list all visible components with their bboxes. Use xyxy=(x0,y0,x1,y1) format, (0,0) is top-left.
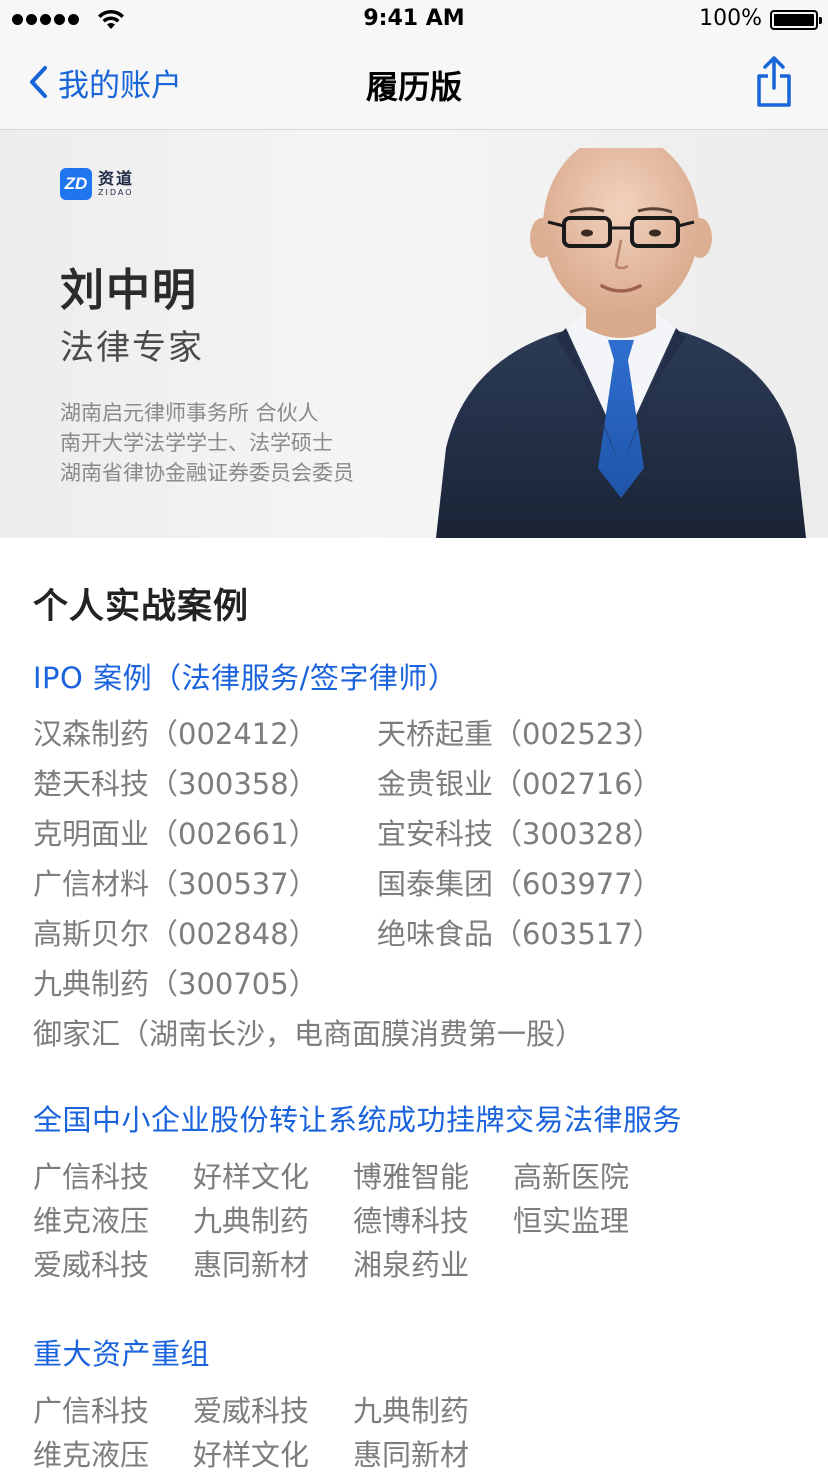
case-item: 爱威科技 xyxy=(33,1248,150,1282)
credential-line: 南开大学法学学士、法学硕士 xyxy=(60,431,333,455)
battery-icon xyxy=(770,10,822,30)
list-item: 楚天科技（300358） 金贵银业（002716） xyxy=(33,757,813,807)
case-item: 德博科技 xyxy=(353,1204,470,1238)
ipo-heading: IPO 案例（法律服务/签字律师） xyxy=(33,661,458,695)
case-item: 好样文化 xyxy=(193,1160,310,1194)
profile-banner: ZD 资道 ZIDAO 刘中明 法律专家 湖南启元律师事务所 合伙人 南开大学法… xyxy=(0,130,828,538)
case-item: 九典制药（300705） xyxy=(33,967,318,1001)
case-item: 天桥起重（002523） xyxy=(377,717,662,751)
case-item: 国泰集团（603977） xyxy=(377,867,662,901)
case-item: 金贵银业（002716） xyxy=(377,767,662,801)
brand-name: 资道 xyxy=(98,169,135,188)
cases-content: 个人实战案例 IPO 案例（法律服务/签字律师） 汉森制药（002412） 天桥… xyxy=(33,538,813,1475)
list-item: 爱威科技 惠同新材 湘泉药业 xyxy=(33,1241,813,1285)
battery-percent: 100% xyxy=(699,6,762,31)
case-item: 维克液压 xyxy=(33,1204,150,1238)
case-item: 绝味食品（603517） xyxy=(377,917,662,951)
status-bar: 9:41 AM 100% xyxy=(0,0,828,40)
expert-name: 刘中明 xyxy=(60,265,198,316)
restructuring-heading: 重大资产重组 xyxy=(33,1337,211,1371)
case-item: 克明面业（002661） xyxy=(33,817,318,851)
page-title: 履历版 xyxy=(365,68,462,106)
case-item: 广信材料（300537） xyxy=(33,867,318,901)
brand-name-en: ZIDAO xyxy=(98,188,134,197)
section-title: 个人实战案例 xyxy=(33,587,250,627)
list-item: 高斯贝尔（002848） 绝味食品（603517） xyxy=(33,907,813,957)
expert-credentials: 湖南启元律师事务所 合伙人 南开大学法学学士、法学硕士 湖南省律协金融证券委员会… xyxy=(60,398,354,488)
case-item: 湘泉药业 xyxy=(353,1248,470,1282)
share-icon[interactable] xyxy=(756,56,792,108)
brand-logo: ZD 资道 ZIDAO xyxy=(60,168,134,200)
case-item: 维克液压 xyxy=(33,1438,150,1472)
ipo-case-list: 汉森制药（002412） 天桥起重（002523） 楚天科技（300358） 金… xyxy=(33,707,813,1057)
case-item: 广信科技 xyxy=(33,1160,150,1194)
case-item: 楚天科技（300358） xyxy=(33,767,318,801)
neeq-case-list: 广信科技 好样文化 博雅智能 高新医院 维克液压 九典制药 德博科技 恒实监理 … xyxy=(33,1153,813,1285)
case-item: 恒实监理 xyxy=(513,1204,630,1238)
case-item: 九典制药 xyxy=(193,1204,310,1238)
case-item: 九典制药 xyxy=(353,1394,470,1428)
case-item: 宜安科技（300328） xyxy=(377,817,662,851)
expert-title: 法律专家 xyxy=(60,328,204,368)
case-item: 惠同新材 xyxy=(353,1438,470,1472)
list-item: 维克液压 好样文化 惠同新材 xyxy=(33,1431,813,1475)
expert-portrait xyxy=(436,148,806,538)
list-item: 广信材料（300537） 国泰集团（603977） xyxy=(33,857,813,907)
list-item: 广信科技 好样文化 博雅智能 高新医院 xyxy=(33,1153,813,1197)
case-item: 好样文化 xyxy=(193,1438,310,1472)
list-item: 广信科技 爱威科技 九典制药 xyxy=(33,1387,813,1431)
list-item: 克明面业（002661） 宜安科技（300328） xyxy=(33,807,813,857)
neeq-heading: 全国中小企业股份转让系统成功挂牌交易法律服务 xyxy=(33,1103,683,1137)
credential-line: 湖南省律协金融证券委员会委员 xyxy=(60,461,354,485)
case-note: 御家汇（湖南长沙，电商面膜消费第一股） xyxy=(33,1017,585,1051)
case-item: 广信科技 xyxy=(33,1394,150,1428)
case-item: 高新医院 xyxy=(513,1160,630,1194)
list-item: 九典制药（300705） xyxy=(33,957,813,1007)
case-item: 高斯贝尔（002848） xyxy=(33,917,318,951)
case-item: 爱威科技 xyxy=(193,1394,310,1428)
credential-line: 湖南启元律师事务所 合伙人 xyxy=(60,401,319,425)
case-item: 惠同新材 xyxy=(193,1248,310,1282)
restructuring-case-list: 广信科技 爱威科技 九典制药 维克液压 好样文化 惠同新材 xyxy=(33,1387,813,1475)
navigation-bar: 我的账户 履历版 xyxy=(0,40,828,130)
brand-mark-icon: ZD xyxy=(60,168,92,200)
list-item: 汉森制药（002412） 天桥起重（002523） xyxy=(33,707,813,757)
case-item: 博雅智能 xyxy=(353,1160,470,1194)
list-item: 维克液压 九典制药 德博科技 恒实监理 xyxy=(33,1197,813,1241)
case-item: 汉森制药（002412） xyxy=(33,717,318,751)
